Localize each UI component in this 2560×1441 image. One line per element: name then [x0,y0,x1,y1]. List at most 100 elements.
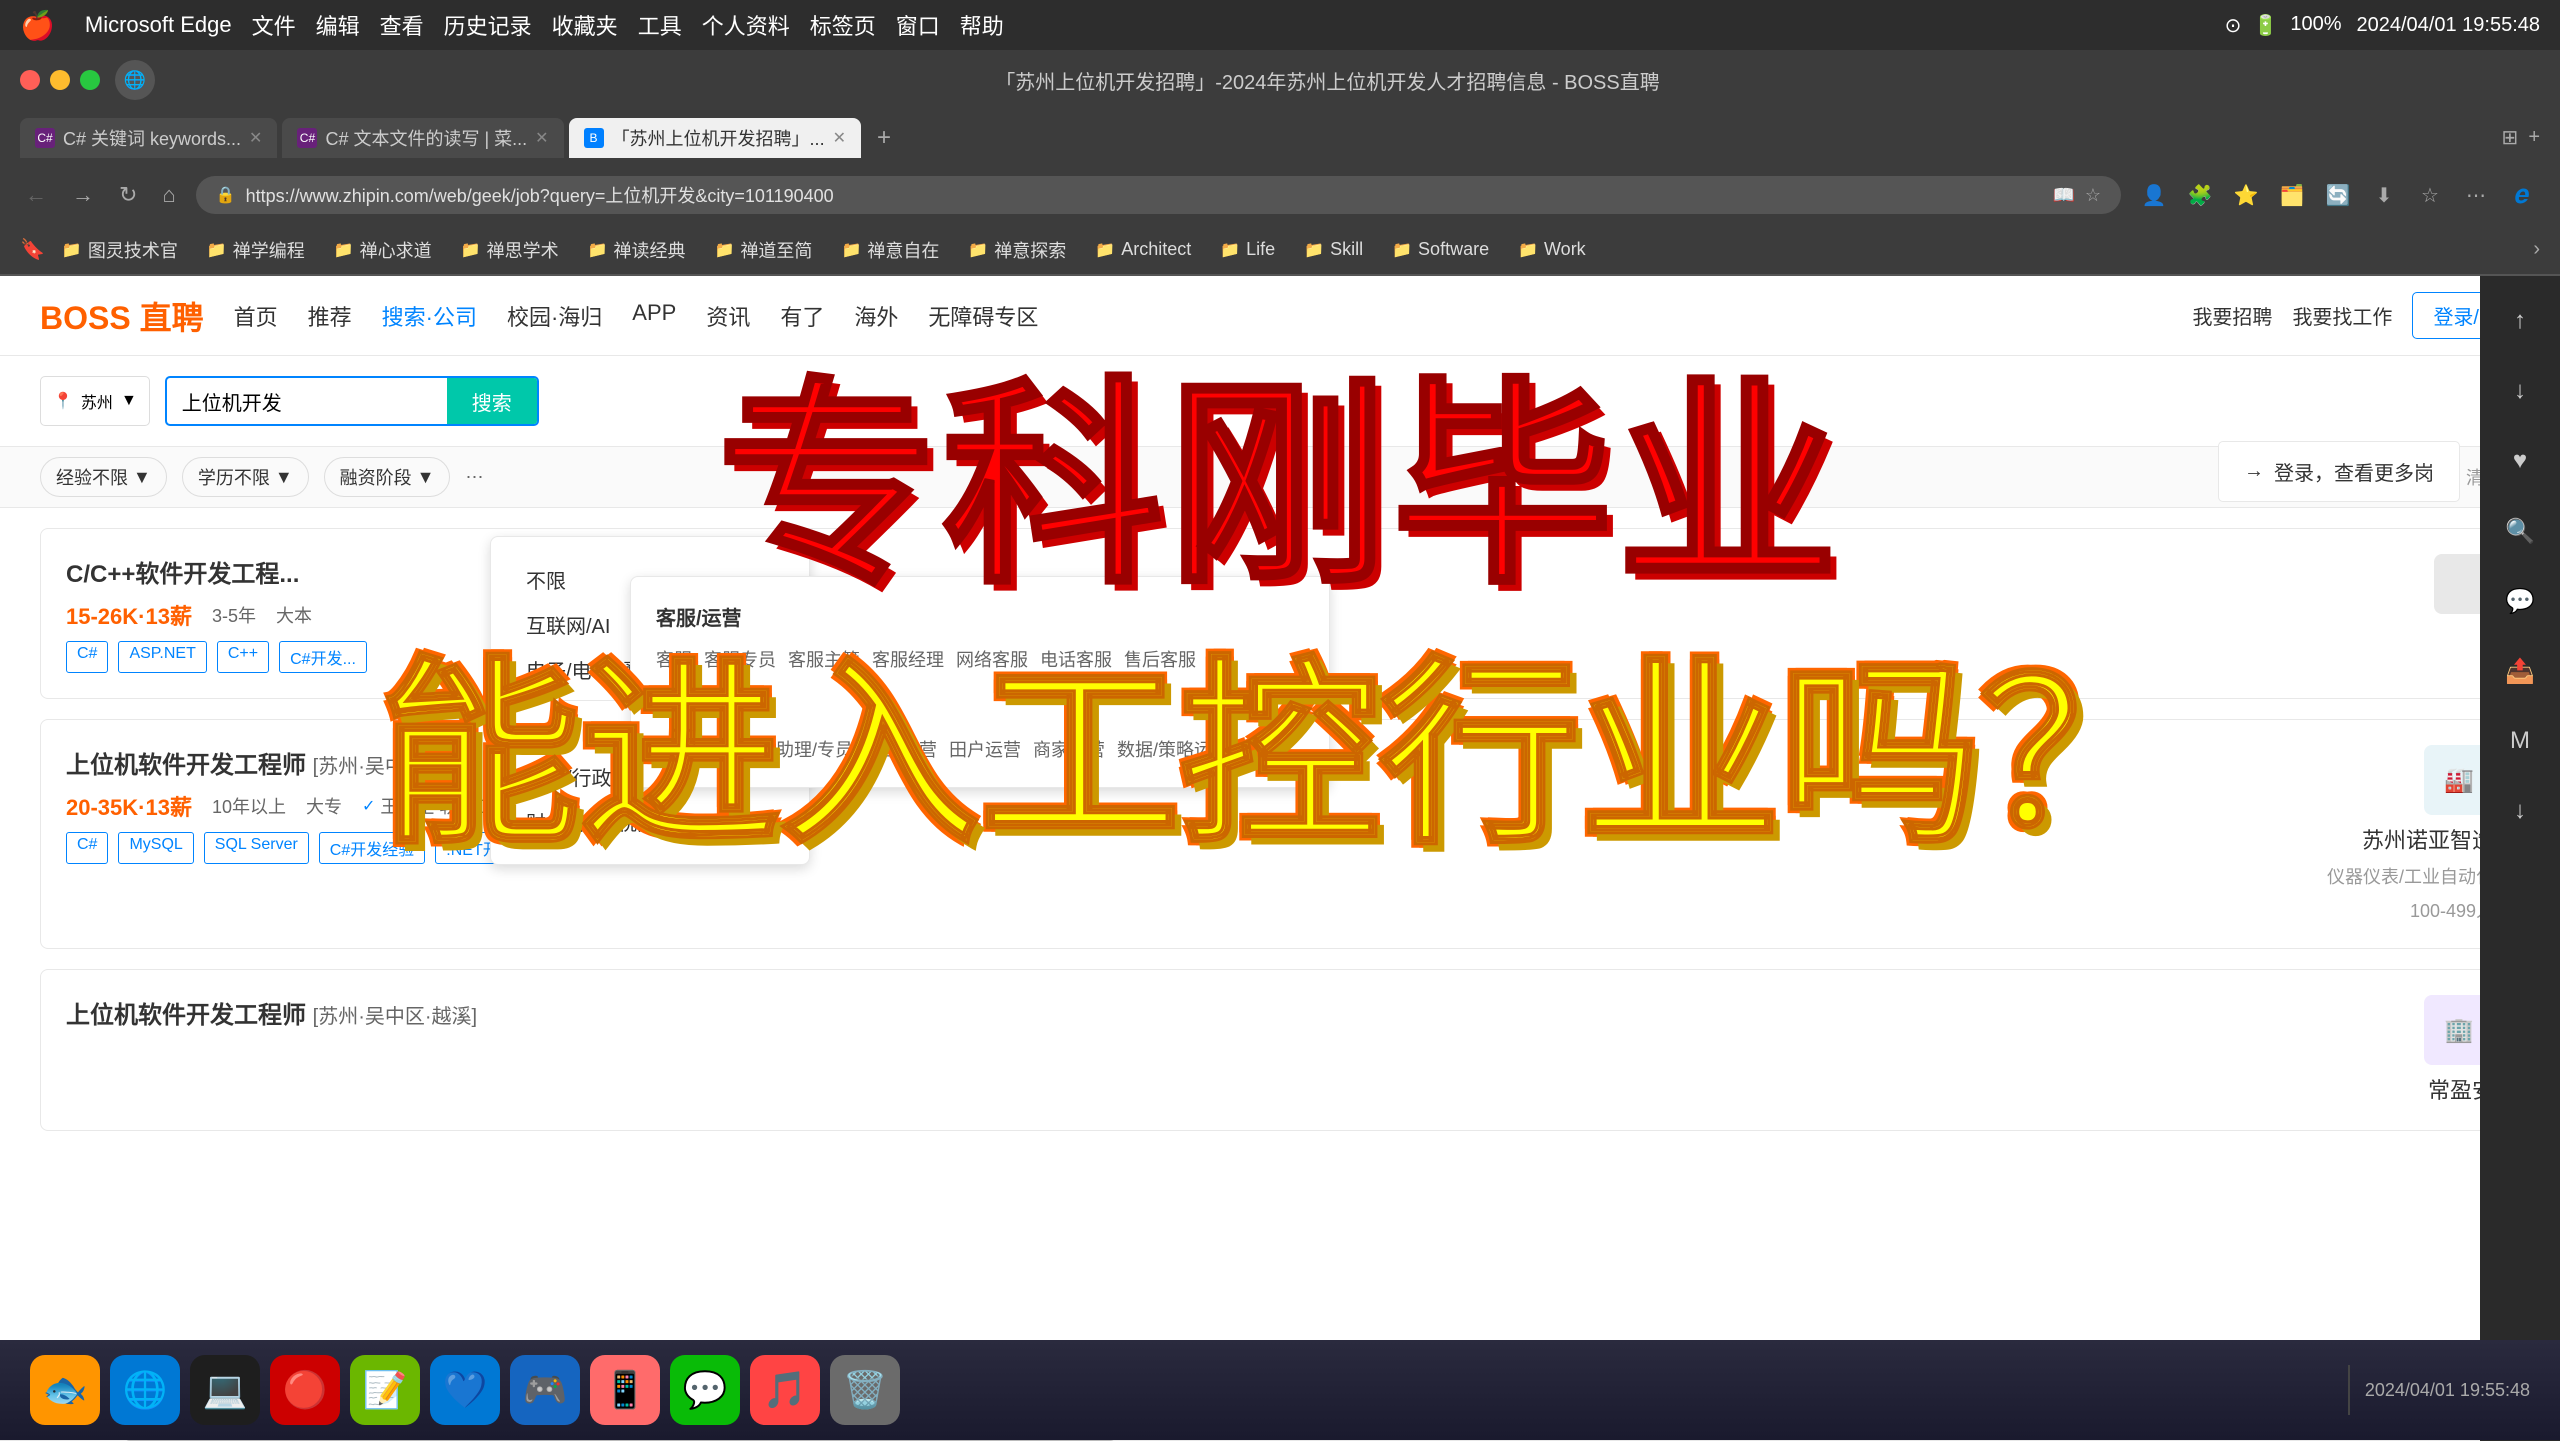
back-button[interactable]: ← [20,177,52,213]
bookmark-zen-simple[interactable]: 📁 禅道至简 [703,233,825,267]
new-tab-icon[interactable]: + [2528,126,2540,149]
dock-trash[interactable]: 🗑️ [830,1355,900,1425]
new-tab-button[interactable]: + [866,120,902,156]
reader-icon[interactable]: 📖 [2052,185,2074,206]
sidebar-favorites[interactable]: ♥ [2495,436,2545,486]
address-url[interactable]: https://www.zhipin.com/web/geek/job?quer… [246,182,2043,208]
forward-button[interactable]: → [67,177,99,213]
bookmark-zen-explore[interactable]: 📁 禅意探索 [956,233,1078,267]
dock-edge[interactable]: 🌐 [110,1355,180,1425]
star-icon[interactable]: ☆ [2085,185,2101,206]
sidebar-search[interactable]: 🔍 [2495,506,2545,556]
edge-icon[interactable]: 𝒆 [2504,177,2540,213]
sidebar-share[interactable]: 📤 [2495,646,2545,696]
bookmark-label-3: 禅思学术 [487,237,559,263]
dock-vscode[interactable]: 💻 [190,1355,260,1425]
menubar-file[interactable]: 文件 [252,9,296,41]
more-icon[interactable]: ⋯ [2458,177,2494,213]
boss-nav-campus[interactable]: 校园·海归 [507,300,602,332]
boss-nav-yodle[interactable]: 有了 [780,300,824,332]
sidebar-m-icon[interactable]: M [2495,716,2545,766]
menubar-view[interactable]: 查看 [380,9,424,41]
dock-vsstudio[interactable]: 💙 [430,1355,500,1425]
bookmark-zen-free[interactable]: 📁 禅意自在 [829,233,951,267]
address-bar[interactable]: 🔒 https://www.zhipin.com/web/geek/job?qu… [196,176,2121,214]
city-dropdown-icon: ▼ [121,392,137,410]
tab-csharp-file[interactable]: C# C# 文本文件的读写 | 菜... ✕ [282,118,563,158]
bookmark-software[interactable]: 📁 Software [1380,235,1501,264]
bookmarks-more[interactable]: › [2533,238,2540,261]
boss-nav-home[interactable]: 首页 [234,300,278,332]
maximize-button[interactable] [80,70,100,90]
tab-csharp-keywords[interactable]: C# C# 关键词 keywords... ✕ [20,118,277,158]
bookmark-zen-coding[interactable]: 📁 禅学编程 [195,233,317,267]
city-selector[interactable]: 📍 苏州 ▼ [40,376,150,426]
filter-exp[interactable]: 经验不限 ▼ [40,457,167,497]
browser-favicon: 🌐 [115,60,155,100]
extensions-icon[interactable]: 🧩 [2182,177,2218,213]
reload-button[interactable]: ↻ [114,177,142,213]
favorites-bar-icon[interactable]: ☆ [2412,177,2448,213]
dock-app2[interactable]: 📱 [590,1355,660,1425]
favorites-icon[interactable]: ⭐ [2228,177,2264,213]
battery-icon: 🔋 [2253,13,2278,38]
tab-close-1[interactable]: ✕ [249,128,262,148]
menubar-tabs[interactable]: 标签页 [810,9,876,41]
tab-close-3[interactable]: ✕ [833,128,846,148]
minimize-button[interactable] [50,70,70,90]
menubar-tools[interactable]: 工具 [638,9,682,41]
boss-nav-recommend[interactable]: 推荐 [308,300,352,332]
download-icon[interactable]: ⬇ [2366,177,2402,213]
dock-music[interactable]: 🎵 [750,1355,820,1425]
tab-close-2[interactable]: ✕ [535,128,548,148]
boss-recruit-btn[interactable]: 我要招聘 [2192,301,2272,330]
boss-nav-accessibility[interactable]: 无障碍专区 [928,300,1038,332]
menubar-window[interactable]: 窗口 [896,9,940,41]
bookmark-label-8: Architect [1121,239,1191,260]
dock-toolbox[interactable]: 🎮 [510,1355,580,1425]
boss-nav-search[interactable]: 搜索·公司 [382,300,477,332]
bookmark-work[interactable]: 📁 Work [1506,235,1598,264]
apple-menu[interactable]: 🍎 [20,9,55,42]
tab-bar-right: ⊞ + [2502,125,2540,150]
bookmarks-toggle[interactable]: 🔖 [20,237,45,262]
dock-finder[interactable]: 🐟 [30,1355,100,1425]
bookmark-zen-thinking[interactable]: 📁 禅思学术 [449,233,571,267]
profile-icon[interactable]: 👤 [2136,177,2172,213]
boss-nav-overseas[interactable]: 海外 [854,300,898,332]
sidebar-scroll-down[interactable]: ↓ [2495,366,2545,416]
bookmark-zen-quest[interactable]: 📁 禅心求道 [322,233,444,267]
tab-boss[interactable]: B 「苏州上位机开发招聘」... ✕ [569,118,861,158]
close-button[interactable] [20,70,40,90]
boss-find-job-btn[interactable]: 我要找工作 [2292,301,2392,330]
bookmark-architect[interactable]: 📁 Architect [1083,235,1203,264]
bookmark-zen-reading[interactable]: 📁 禅读经典 [576,233,698,267]
filter-exp-icon: ▼ [133,467,151,488]
bookmark-skill[interactable]: 📁 Skill [1292,235,1375,264]
dock-wechat[interactable]: 💬 [670,1355,740,1425]
sidebar-chat[interactable]: 💬 [2495,576,2545,626]
menubar-history[interactable]: 历史记录 [444,9,532,41]
dock-rider[interactable]: 🔴 [270,1355,340,1425]
sidebar-download[interactable]: ↓ [2495,786,2545,836]
sidebar-scroll-up[interactable]: ↑ [2495,296,2545,346]
boss-nav-app[interactable]: APP [632,300,676,332]
menubar-profile[interactable]: 个人资料 [702,9,790,41]
folder-icon-0: 📁 [62,240,82,260]
menubar-edit[interactable]: 编辑 [316,9,360,41]
tab-favicon-3: B [584,128,604,148]
tab-manage-icon[interactable]: ⊞ [2502,125,2519,150]
menubar-favorites[interactable]: 收藏夹 [552,9,618,41]
collections-icon[interactable]: 🗂️ [2274,177,2310,213]
bookmark-life[interactable]: 📁 Life [1208,235,1287,264]
filter-exp-label: 经验不限 [56,464,128,490]
boss-nav-news[interactable]: 资讯 [706,300,750,332]
job-card-2[interactable]: 上位机软件开发工程师 [苏州·吴中区·越溪] 🏢 常盈安 [40,969,2520,1131]
folder-icon-2: 📁 [334,240,354,260]
home-button[interactable]: ⌂ [157,177,180,213]
menubar-app-name[interactable]: Microsoft Edge [85,12,232,38]
bookmark-tulling[interactable]: 📁 图灵技术官 [50,233,190,267]
sync-icon[interactable]: 🔄 [2320,177,2356,213]
menubar-help[interactable]: 帮助 [960,9,1004,41]
dock-word[interactable]: 📝 [350,1355,420,1425]
